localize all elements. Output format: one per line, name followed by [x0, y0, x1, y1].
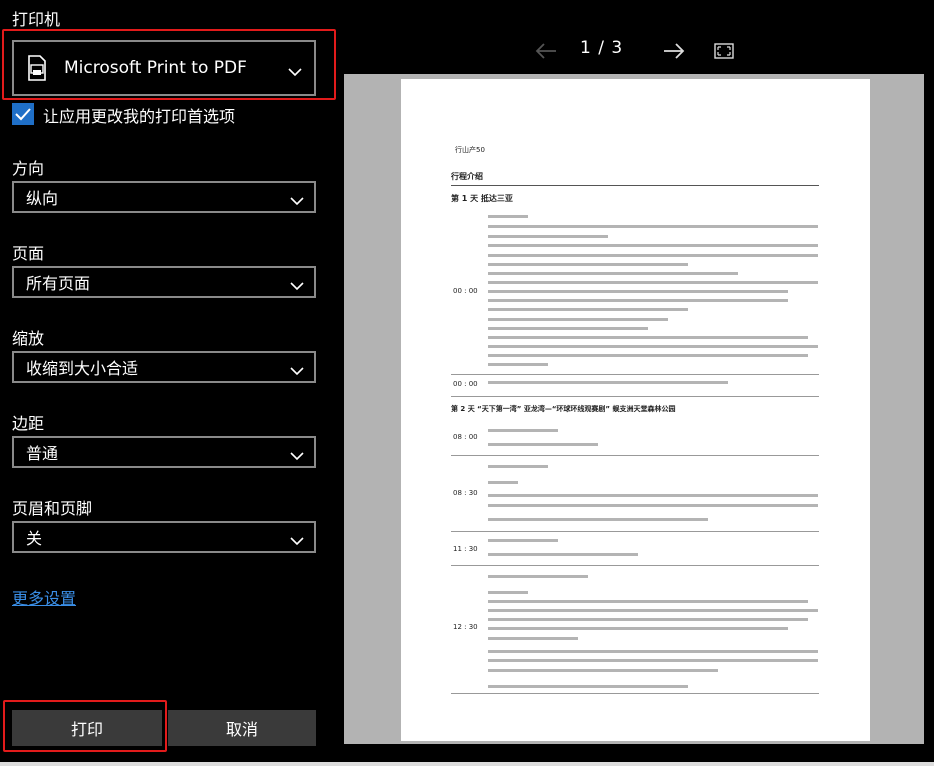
- doc-text-line: [488, 637, 578, 640]
- doc-text-line: [488, 336, 808, 339]
- doc-divider: [451, 374, 819, 375]
- doc-divider: [451, 185, 819, 186]
- bottom-border: [0, 762, 934, 766]
- printer-select[interactable]: Microsoft Print to PDF: [12, 40, 316, 96]
- pages-value: 所有页面: [26, 274, 91, 293]
- more-settings-link[interactable]: 更多设置: [12, 585, 76, 609]
- doc-text-line: [488, 308, 688, 311]
- page-preview: 行山产50 行程介绍 第 1 天 抵达三亚 00 : 00 00 : 00 第 …: [401, 79, 870, 741]
- doc-divider: [451, 455, 819, 456]
- doc-text-line: [488, 345, 818, 348]
- doc-text-line: [488, 575, 588, 578]
- doc-time: 08 : 00: [453, 433, 478, 441]
- doc-header: 行山产50: [455, 146, 485, 154]
- doc-text-line: [488, 685, 688, 688]
- header-footer-label: 页眉和页脚: [12, 499, 93, 518]
- pages-label: 页面: [12, 244, 45, 263]
- doc-text-line: [488, 254, 818, 257]
- print-button[interactable]: 打印: [12, 710, 162, 746]
- doc-text-line: [488, 299, 788, 302]
- doc-divider: [451, 565, 819, 566]
- doc-text-line: [488, 263, 688, 266]
- doc-time: 08 : 30: [453, 489, 478, 497]
- scale-label: 缩放: [12, 329, 45, 348]
- doc-divider: [451, 396, 819, 397]
- doc-text-line: [488, 659, 818, 662]
- page-indicator: 1 / 3: [580, 38, 624, 58]
- pages-select[interactable]: 所有页面: [12, 266, 316, 298]
- printer-label: 打印机: [12, 10, 61, 29]
- scale-select[interactable]: 收缩到大小合适: [12, 351, 316, 383]
- doc-text-line: [488, 518, 708, 521]
- doc-text-line: [488, 627, 788, 630]
- doc-text-line: [488, 481, 518, 484]
- doc-time: 00 : 00: [453, 380, 478, 388]
- next-page-button[interactable]: [662, 36, 686, 66]
- doc-text-line: [488, 381, 728, 384]
- doc-text-line: [488, 354, 808, 357]
- doc-text-line: [488, 609, 818, 612]
- chevron-down-icon: [290, 276, 304, 291]
- doc-text-line: [488, 600, 808, 603]
- checkmark-icon: [15, 108, 31, 121]
- arrow-right-icon: [664, 43, 685, 59]
- doc-time: 12 : 30: [453, 623, 478, 631]
- chevron-down-icon: [288, 62, 302, 81]
- arrow-left-icon: [535, 43, 556, 59]
- scale-value: 收缩到大小合适: [26, 359, 139, 378]
- margins-label: 边距: [12, 414, 45, 433]
- margins-value: 普通: [26, 444, 59, 463]
- chevron-down-icon: [290, 361, 304, 376]
- doc-text-line: [488, 443, 598, 446]
- prev-page-button[interactable]: [534, 36, 558, 66]
- printer-select-value: Microsoft Print to PDF: [64, 58, 247, 78]
- doc-text-line: [488, 290, 788, 293]
- printer-icon: [26, 55, 48, 81]
- doc-text-line: [488, 272, 738, 275]
- doc-text-line: [488, 225, 818, 228]
- doc-text-line: [488, 669, 718, 672]
- doc-time: 00 : 00: [453, 287, 478, 295]
- doc-text-line: [488, 650, 818, 653]
- doc-text-line: [488, 429, 558, 432]
- doc-text-line: [488, 244, 818, 247]
- chevron-down-icon: [290, 531, 304, 546]
- doc-text-line: [488, 539, 558, 542]
- doc-text-line: [488, 504, 818, 507]
- doc-day2-title: 第 2 天 “天下第一湾” 亚龙湾—“环球环线观赛剧” 蜈支洲天堂森林公园: [451, 405, 676, 413]
- doc-text-line: [488, 215, 528, 218]
- print-settings-panel: 打印机 Microsoft Print to PDF 让应用更改我的打印首选项 …: [0, 0, 336, 766]
- cancel-button[interactable]: 取消: [168, 710, 316, 746]
- doc-text-line: [488, 465, 548, 468]
- orientation-value: 纵向: [26, 189, 59, 208]
- doc-section-title: 行程介绍: [451, 172, 483, 181]
- orientation-select[interactable]: 纵向: [12, 181, 316, 213]
- fit-page-button[interactable]: [714, 36, 734, 66]
- orientation-label: 方向: [12, 159, 45, 178]
- doc-text-line: [488, 618, 808, 621]
- header-footer-select[interactable]: 关: [12, 521, 316, 553]
- chevron-down-icon: [290, 191, 304, 206]
- allow-app-change-checkbox[interactable]: [12, 103, 34, 125]
- doc-text-line: [488, 318, 668, 321]
- allow-app-change-label: 让应用更改我的打印首选项: [43, 107, 236, 126]
- doc-time: 11 : 30: [453, 545, 478, 553]
- doc-text-line: [488, 235, 608, 238]
- fullscreen-icon: [714, 43, 734, 59]
- doc-divider: [451, 693, 819, 694]
- doc-text-line: [488, 591, 528, 594]
- doc-text-line: [488, 553, 638, 556]
- doc-divider: [451, 531, 819, 532]
- margins-select[interactable]: 普通: [12, 436, 316, 468]
- doc-text-line: [488, 327, 648, 330]
- header-footer-value: 关: [26, 529, 43, 548]
- doc-day1-title: 第 1 天 抵达三亚: [451, 194, 513, 203]
- doc-text-line: [488, 494, 818, 497]
- chevron-down-icon: [290, 446, 304, 461]
- doc-text-line: [488, 281, 818, 284]
- doc-text-line: [488, 363, 548, 366]
